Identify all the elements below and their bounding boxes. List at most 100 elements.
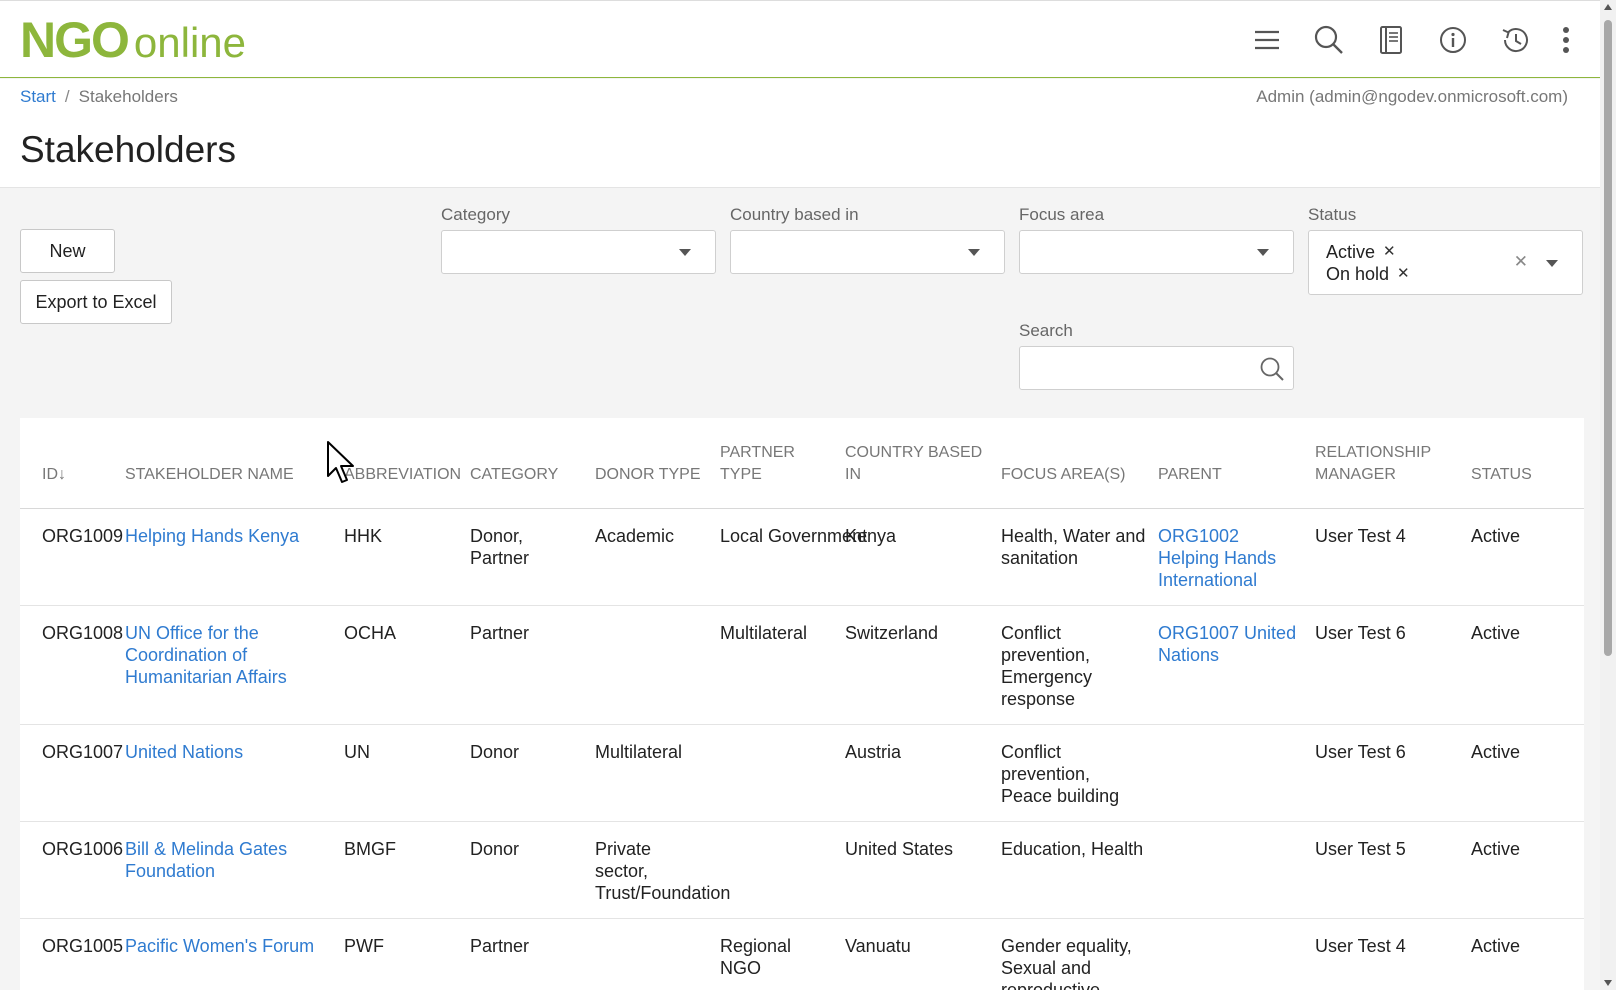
cell-category: Donor [464, 724, 589, 822]
chevron-down-icon [1546, 260, 1558, 267]
hamburger-menu-icon[interactable] [1236, 21, 1298, 59]
cell-partner-type [714, 724, 839, 822]
cell-country: Austria [839, 724, 995, 822]
search-filter: Search [1019, 321, 1294, 390]
column-header-country[interactable]: COUNTRY BASED IN [839, 418, 995, 509]
top-bar: NGO online [0, 0, 1600, 78]
new-button[interactable]: New [20, 229, 115, 273]
stakeholder-name-link[interactable]: Helping Hands Kenya [125, 526, 299, 546]
history-icon[interactable] [1484, 21, 1546, 59]
cell-focus-areas: Health, Water and sanitation [995, 508, 1152, 606]
focus-area-label: Focus area [1019, 205, 1105, 224]
cell-category: Partner [464, 918, 589, 990]
kebab-menu-icon[interactable] [1546, 21, 1586, 59]
cell-partner-type [714, 821, 839, 919]
stakeholder-name-link[interactable]: UN Office for the Coordination of Humani… [125, 623, 287, 687]
column-header-category[interactable]: CATEGORY [464, 418, 589, 509]
chevron-down-icon [1257, 249, 1269, 256]
column-header-id[interactable]: ID↓ [20, 418, 119, 509]
stakeholders-table: ID↓ STAKEHOLDER NAME ABBREVIATION CATEGO… [20, 418, 1584, 990]
logo-main-text: NGO [20, 12, 130, 68]
chevron-down-icon [968, 249, 980, 256]
cell-abbreviation: BMGF [338, 821, 464, 919]
table-row[interactable]: ORG1008 UN Office for the Coordination o… [20, 605, 1584, 725]
info-icon[interactable] [1422, 21, 1484, 59]
logo[interactable]: NGO online [20, 15, 246, 65]
table-header-row: ID↓ STAKEHOLDER NAME ABBREVIATION CATEGO… [20, 418, 1584, 509]
parent-link[interactable]: ORG1007 United Nations [1158, 623, 1296, 665]
cell-country: Switzerland [839, 605, 995, 725]
cell-donor-type: Academic [589, 508, 714, 606]
column-header-name[interactable]: STAKEHOLDER NAME [119, 418, 338, 509]
stakeholders-table-card: ID↓ STAKEHOLDER NAME ABBREVIATION CATEGO… [20, 418, 1584, 990]
cell-status: Active [1465, 724, 1584, 822]
cell-partner-type: Multilateral [714, 605, 839, 725]
column-header-manager[interactable]: RELATIONSHIP MANAGER [1309, 418, 1465, 509]
breadcrumb-start-link[interactable]: Start [20, 87, 56, 106]
user-info: Admin (admin@ngodev.onmicrosoft.com) [1256, 87, 1568, 106]
page-title: Stakeholders [20, 129, 236, 170]
table-row[interactable]: ORG1009 Helping Hands Kenya HHK Donor, P… [20, 508, 1584, 606]
cell-manager: User Test 4 [1309, 918, 1465, 990]
scroll-down-arrow-icon[interactable] [1604, 980, 1612, 986]
remove-chip-icon[interactable]: ✕ [1383, 241, 1396, 263]
clear-selection-icon[interactable]: ✕ [1514, 252, 1528, 272]
cell-status: Active [1465, 821, 1584, 919]
cell-status: Active [1465, 508, 1584, 606]
cell-id: ORG1008 [20, 605, 123, 725]
cell-country: Vanuatu [839, 918, 995, 990]
cell-abbreviation: HHK [338, 508, 464, 606]
country-select[interactable] [730, 230, 1005, 274]
remove-chip-icon[interactable]: ✕ [1397, 263, 1410, 285]
scroll-up-arrow-icon[interactable] [1604, 4, 1612, 10]
search-icon[interactable] [1298, 21, 1360, 59]
column-header-partner-type[interactable]: PARTNER TYPE [714, 418, 839, 509]
page-scrollbar[interactable] [1600, 0, 1616, 990]
search-input[interactable] [1019, 346, 1294, 390]
status-chip-label: Active [1326, 242, 1376, 262]
status-chip-label: On hold [1326, 264, 1390, 284]
column-header-status[interactable]: STATUS [1465, 418, 1584, 509]
country-filter: Country based in [730, 205, 1005, 274]
column-header-parent[interactable]: PARENT [1152, 418, 1309, 509]
breadcrumb-separator: / [64, 87, 70, 106]
table-row[interactable]: ORG1007 United Nations UN Donor Multilat… [20, 724, 1584, 822]
table-row[interactable]: ORG1005 Pacific Women's Forum PWF Partne… [20, 918, 1584, 990]
status-filter: Status Active ✕ On hold ✕ ✕ [1308, 205, 1583, 295]
cell-abbreviation: OCHA [338, 605, 464, 725]
cell-manager: User Test 4 [1309, 508, 1465, 606]
cell-manager: User Test 6 [1309, 605, 1465, 725]
status-select[interactable]: Active ✕ On hold ✕ ✕ [1308, 230, 1583, 295]
category-select[interactable] [441, 230, 716, 274]
cell-partner-type: Regional NGO [714, 918, 839, 990]
focus-area-filter: Focus area [1019, 205, 1294, 274]
mouse-cursor-icon [326, 440, 356, 489]
cell-manager: User Test 5 [1309, 821, 1465, 919]
scrollbar-thumb[interactable] [1604, 20, 1612, 656]
export-to-excel-button[interactable]: Export to Excel [20, 280, 172, 324]
chevron-down-icon [679, 249, 691, 256]
cell-category: Donor [464, 821, 589, 919]
stakeholder-name-link[interactable]: United Nations [125, 742, 243, 762]
parent-link[interactable]: ORG1002 Helping Hands International [1158, 526, 1276, 590]
page-header: Start / Stakeholders Admin (admin@ngodev.o… [0, 79, 1600, 188]
status-label: Status [1308, 205, 1357, 224]
focus-area-select[interactable] [1019, 230, 1294, 274]
cell-donor-type [589, 605, 714, 725]
cell-abbreviation: PWF [338, 918, 464, 990]
stakeholder-name-link[interactable]: Pacific Women's Forum [125, 936, 314, 956]
cell-status: Active [1465, 918, 1584, 990]
notebook-icon[interactable] [1360, 21, 1422, 59]
category-label: Category [441, 205, 510, 224]
search-icon[interactable] [1259, 356, 1285, 387]
table-row[interactable]: ORG1006 Bill & Melinda Gates Foundation … [20, 821, 1584, 919]
column-header-focus-areas[interactable]: FOCUS AREA(S) [995, 418, 1152, 509]
country-label: Country based in [730, 205, 859, 224]
cell-country: Kenya [839, 508, 995, 606]
cell-focus-areas: Education, Health [995, 821, 1152, 919]
column-header-donor-type[interactable]: DONOR TYPE [589, 418, 714, 509]
stakeholder-name-link[interactable]: Bill & Melinda Gates Foundation [125, 839, 287, 881]
column-header-abbreviation[interactable]: ABBREVIATION [338, 418, 464, 509]
breadcrumb: Start / Stakeholders [20, 87, 178, 107]
status-chip-on-hold: On hold ✕ [1326, 263, 1410, 285]
